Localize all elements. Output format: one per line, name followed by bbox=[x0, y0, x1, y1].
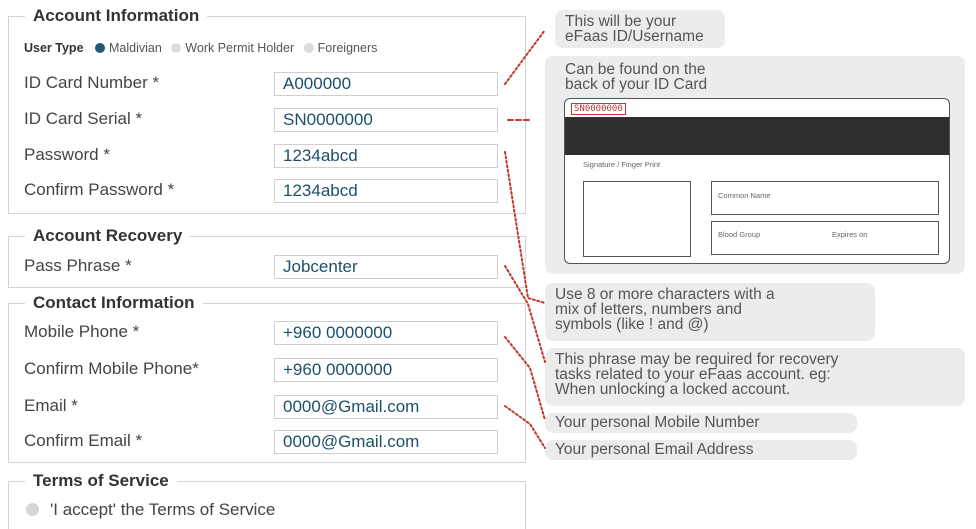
connector-efaas-id bbox=[504, 29, 546, 85]
connector-mobile-hint bbox=[504, 336, 546, 421]
annotation-connectors bbox=[504, 29, 546, 449]
connector-password-rule bbox=[504, 151, 546, 304]
connector-email-hint bbox=[504, 405, 546, 449]
